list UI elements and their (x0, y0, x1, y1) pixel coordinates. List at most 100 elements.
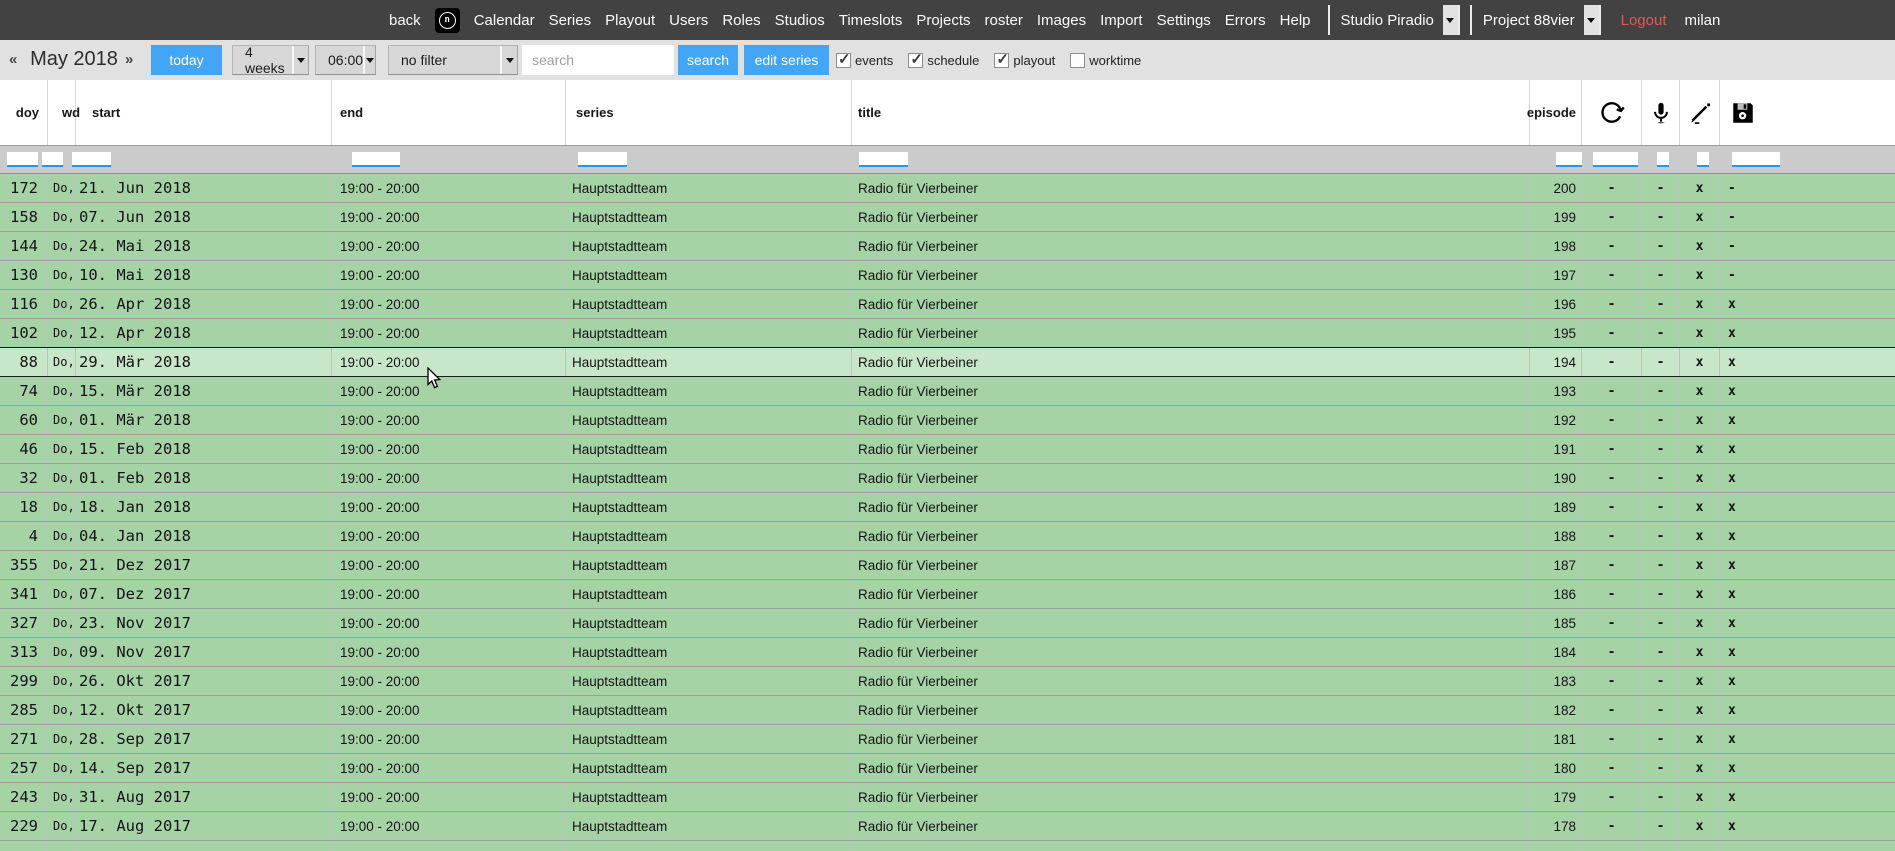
schedule-row[interactable]: 327 Do, 23. Nov 2017 19:00 - 20:00 Haupt… (0, 609, 1895, 638)
cell-edit-flag: x (1680, 551, 1720, 579)
column-header-doy[interactable]: doy (0, 80, 48, 145)
column-header-archive[interactable] (1720, 80, 1895, 145)
checkbox-box-schedule[interactable] (908, 53, 923, 68)
schedule-row[interactable]: 32 Do, 01. Feb 2018 19:00 - 20:00 Haupts… (0, 464, 1895, 493)
nav-item-roles[interactable]: Roles (715, 12, 767, 29)
checkbox-playout[interactable]: playout (994, 53, 1055, 68)
app-logo[interactable]: n (435, 8, 460, 33)
cell-recording-flag: - (1642, 638, 1680, 666)
nav-item-studios[interactable]: Studios (768, 12, 832, 29)
filter-input-edit[interactable] (1697, 152, 1709, 167)
nav-item-import[interactable]: Import (1093, 12, 1150, 29)
prev-month-button[interactable]: « (9, 51, 17, 68)
range-select[interactable]: 4 weeks (232, 45, 309, 75)
nav-item-errors[interactable]: Errors (1218, 12, 1273, 29)
edit-series-button[interactable]: edit series (744, 45, 829, 75)
checkbox-schedule[interactable]: schedule (908, 53, 979, 68)
schedule-row[interactable]: 116 Do, 26. Apr 2018 19:00 - 20:00 Haupt… (0, 290, 1895, 319)
nav-item-series[interactable]: Series (542, 12, 599, 29)
nav-item-images[interactable]: Images (1030, 12, 1093, 29)
cell-recording-flag: - (1642, 696, 1680, 724)
schedule-row[interactable]: 299 Do, 26. Okt 2017 19:00 - 20:00 Haupt… (0, 667, 1895, 696)
cell-edit-flag: x (1680, 522, 1720, 550)
cell-start-date: 12. Apr 2018 (76, 319, 332, 347)
next-month-button[interactable]: » (125, 51, 133, 68)
schedule-row[interactable]: 88 Do, 29. Mär 2018 19:00 - 20:00 Haupts… (0, 348, 1895, 377)
nav-item-roster[interactable]: roster (978, 12, 1030, 29)
schedule-row[interactable]: 60 Do, 01. Mär 2018 19:00 - 20:00 Haupts… (0, 406, 1895, 435)
column-header-recording[interactable] (1642, 80, 1680, 145)
nav-item-playout[interactable]: Playout (598, 12, 662, 29)
schedule-row[interactable]: 341 Do, 07. Dez 2017 19:00 - 20:00 Haupt… (0, 580, 1895, 609)
column-header-end[interactable]: end (332, 80, 566, 145)
schedule-row[interactable]: 285 Do, 12. Okt 2017 19:00 - 20:00 Haupt… (0, 696, 1895, 725)
checkbox-box-playout[interactable] (994, 53, 1009, 68)
nav-item-users[interactable]: Users (662, 12, 715, 29)
cell-weekday: Do, (48, 609, 76, 637)
cell-title: Radio für Vierbeiner (852, 319, 1530, 347)
column-header-edit[interactable] (1680, 80, 1720, 145)
nav-item-calendar[interactable]: Calendar (467, 12, 542, 29)
schedule-row[interactable]: 130 Do, 10. Mai 2018 19:00 - 20:00 Haupt… (0, 261, 1895, 290)
studio-select[interactable]: Studio Piradio (1328, 5, 1460, 35)
schedule-row[interactable]: 4 Do, 04. Jan 2018 19:00 - 20:00 Hauptst… (0, 522, 1895, 551)
schedule-row[interactable]: 74 Do, 15. Mär 2018 19:00 - 20:00 Haupts… (0, 377, 1895, 406)
cell-start-date: 17. Aug 2017 (76, 812, 332, 840)
nav-menu: CalendarSeriesPlayoutUsersRolesStudiosTi… (467, 12, 1318, 29)
schedule-row-partial[interactable] (0, 841, 1895, 851)
column-header-rerun[interactable] (1582, 80, 1642, 145)
search-input[interactable] (522, 45, 674, 75)
checkbox-box-worktime[interactable] (1070, 53, 1085, 68)
column-header-series[interactable]: series (566, 80, 852, 145)
filter-input-series[interactable] (578, 152, 627, 167)
schedule-row[interactable]: 271 Do, 28. Sep 2017 19:00 - 20:00 Haupt… (0, 725, 1895, 754)
schedule-row[interactable]: 102 Do, 12. Apr 2018 19:00 - 20:00 Haupt… (0, 319, 1895, 348)
filter-input-episode[interactable] (1556, 152, 1582, 167)
schedule-row[interactable]: 313 Do, 09. Nov 2017 19:00 - 20:00 Haupt… (0, 638, 1895, 667)
nav-item-timeslots[interactable]: Timeslots (832, 12, 910, 29)
nav-back[interactable]: back (382, 12, 428, 29)
project-select[interactable]: Project 88vier (1470, 5, 1601, 35)
table-filter-row (0, 145, 1895, 174)
logout-link[interactable]: Logout (1615, 12, 1673, 29)
filter-select[interactable]: no filter (388, 45, 518, 75)
nav-item-help[interactable]: Help (1273, 12, 1318, 29)
cell-title: Radio für Vierbeiner (852, 725, 1530, 753)
cell-weekday: Do, (48, 174, 76, 202)
column-header-wd[interactable]: wd (48, 80, 76, 145)
nav-item-settings[interactable]: Settings (1150, 12, 1218, 29)
checkbox-box-events[interactable] (836, 53, 851, 68)
cell-series: Hauptstadtteam (566, 638, 852, 666)
cell-doy: 116 (0, 290, 48, 318)
filter-input-wd[interactable] (42, 152, 63, 167)
filter-input-recording[interactable] (1657, 152, 1669, 167)
schedule-row[interactable]: 243 Do, 31. Aug 2017 19:00 - 20:00 Haupt… (0, 783, 1895, 812)
column-header-episode[interactable]: episode (1530, 80, 1582, 145)
schedule-row[interactable]: 172 Do, 21. Jun 2018 19:00 - 20:00 Haupt… (0, 174, 1895, 203)
search-button[interactable]: search (678, 45, 738, 75)
checkbox-worktime[interactable]: worktime (1070, 53, 1141, 68)
filter-input-start[interactable] (72, 152, 111, 167)
today-button[interactable]: today (151, 45, 222, 75)
schedule-row[interactable]: 229 Do, 17. Aug 2017 19:00 - 20:00 Haupt… (0, 812, 1895, 841)
cell-start-date: 07. Dez 2017 (76, 580, 332, 608)
column-header-title[interactable]: title (852, 80, 1530, 145)
checkbox-events[interactable]: events (836, 53, 893, 68)
schedule-row[interactable]: 158 Do, 07. Jun 2018 19:00 - 20:00 Haupt… (0, 203, 1895, 232)
time-select[interactable]: 06:00 (315, 45, 376, 75)
schedule-row[interactable]: 46 Do, 15. Feb 2018 19:00 - 20:00 Haupts… (0, 435, 1895, 464)
cell-series: Hauptstadtteam (566, 551, 852, 579)
filter-input-title[interactable] (859, 152, 908, 167)
schedule-row[interactable]: 257 Do, 14. Sep 2017 19:00 - 20:00 Haupt… (0, 754, 1895, 783)
column-header-start[interactable]: start (76, 80, 332, 145)
schedule-row[interactable]: 18 Do, 18. Jan 2018 19:00 - 20:00 Haupts… (0, 493, 1895, 522)
filter-input-doy[interactable] (7, 152, 38, 167)
filter-input-end[interactable] (352, 152, 400, 167)
schedule-row[interactable]: 355 Do, 21. Dez 2017 19:00 - 20:00 Haupt… (0, 551, 1895, 580)
cell-episode: 189 (1530, 493, 1582, 521)
cell-doy: 46 (0, 435, 48, 463)
filter-input-rerun[interactable] (1593, 152, 1638, 167)
nav-item-projects[interactable]: Projects (909, 12, 977, 29)
schedule-row[interactable]: 144 Do, 24. Mai 2018 19:00 - 20:00 Haupt… (0, 232, 1895, 261)
filter-input-archive[interactable] (1732, 152, 1780, 167)
